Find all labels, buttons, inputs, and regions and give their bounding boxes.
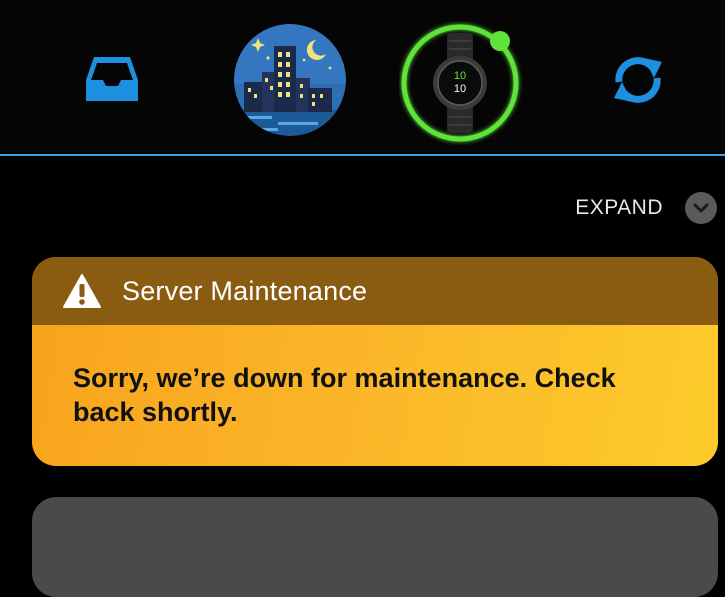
notice-message: Sorry, we’re down for maintenance. Check…: [73, 363, 616, 427]
expand-toggle[interactable]: EXPAND: [575, 190, 717, 226]
chevron-down-icon[interactable]: [685, 192, 717, 224]
expand-label: EXPAND: [575, 196, 663, 219]
notice-title: Server Maintenance: [122, 275, 368, 306]
top-navigation-bar: 10 10: [0, 0, 725, 157]
profile-avatar[interactable]: [234, 24, 346, 136]
sync-icon[interactable]: [608, 52, 668, 108]
notice-header: Server Maintenance: [32, 257, 718, 325]
watch-face-minutes: 10: [454, 83, 466, 95]
warning-triangle-icon: [63, 274, 101, 308]
watch-face-hours: 10: [454, 70, 466, 82]
inbox-icon[interactable]: [84, 54, 140, 104]
device-watch-button[interactable]: 10 10: [399, 21, 523, 145]
maintenance-notice-card: Server Maintenance Sorry, we’re down for…: [32, 257, 718, 466]
placeholder-card: [32, 497, 718, 597]
nav-divider: [0, 154, 725, 156]
